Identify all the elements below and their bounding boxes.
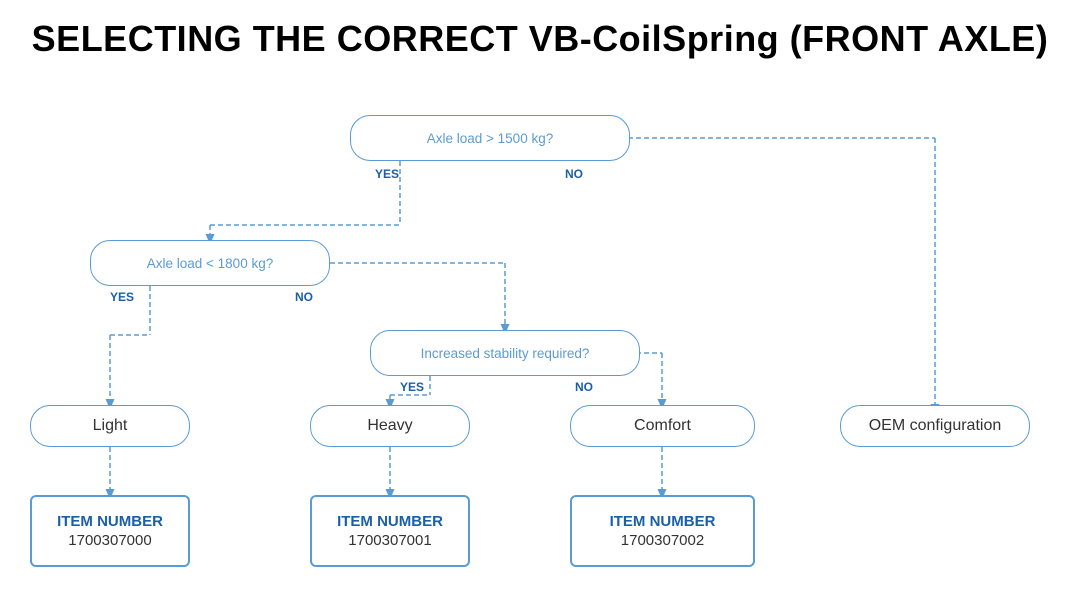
d2-yes-label: YES (110, 290, 134, 304)
d1-no-label: NO (565, 167, 583, 181)
decision-axle-1800: Axle load < 1800 kg? (90, 240, 330, 286)
decision-axle-1500: Axle load > 1500 kg? (350, 115, 630, 161)
item-box-1: ITEM NUMBER 1700307000 (30, 495, 190, 567)
item-1-label: ITEM NUMBER (57, 512, 163, 532)
item-box-2: ITEM NUMBER 1700307001 (310, 495, 470, 567)
result-comfort: Comfort (570, 405, 755, 447)
decision-stability: Increased stability required? (370, 330, 640, 376)
item-3-number: 1700307002 (621, 531, 704, 551)
d1-yes-label: YES (375, 167, 399, 181)
result-light-label: Light (93, 417, 128, 435)
result-heavy: Heavy (310, 405, 470, 447)
d3-no-label: NO (575, 380, 593, 394)
item-1-number: 1700307000 (68, 531, 151, 551)
result-light: Light (30, 405, 190, 447)
item-box-3: ITEM NUMBER 1700307002 (570, 495, 755, 567)
item-2-label: ITEM NUMBER (337, 512, 443, 532)
decision-axle-1800-text: Axle load < 1800 kg? (147, 256, 273, 271)
result-heavy-label: Heavy (367, 417, 412, 435)
item-2-number: 1700307001 (348, 531, 431, 551)
d3-yes-label: YES (400, 380, 424, 394)
result-oem-label: OEM configuration (869, 417, 1002, 435)
item-3-label: ITEM NUMBER (610, 512, 716, 532)
result-oem: OEM configuration (840, 405, 1030, 447)
diagram-area: Axle load > 1500 kg? YES NO Axle load < … (0, 75, 1080, 565)
page-title: SELECTING THE CORRECT VB-CoilSpring (FRO… (0, 0, 1080, 70)
decision-stability-text: Increased stability required? (421, 346, 590, 361)
d2-no-label: NO (295, 290, 313, 304)
decision-axle-1500-text: Axle load > 1500 kg? (427, 131, 553, 146)
result-comfort-label: Comfort (634, 417, 691, 435)
